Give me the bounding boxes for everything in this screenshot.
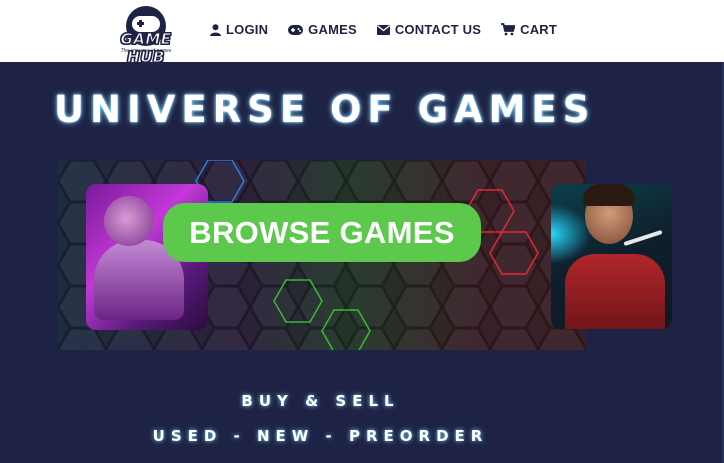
logo-tagline: The universe of games [120, 48, 172, 54]
headset-mic [623, 229, 663, 247]
nav-login[interactable]: LOGIN [210, 22, 268, 37]
nav-cart-label: CART [520, 22, 558, 37]
nav-games-label: GAMES [308, 22, 357, 37]
nav-games[interactable]: GAMES [288, 22, 357, 37]
browse-games-button[interactable]: BROWSE GAMES [163, 203, 481, 262]
nav-login-label: LOGIN [226, 22, 269, 37]
nav-contact-label: CONTACT US [394, 22, 482, 37]
game-hub-logo[interactable]: GAME HUB The universe of games [106, 6, 186, 67]
nav-contact[interactable]: CONTACT US [376, 22, 482, 37]
cart-icon [501, 23, 516, 36]
nav-cart[interactable]: CART [501, 22, 557, 37]
gamer-photo-right [551, 184, 672, 329]
hero-subtitle-conditions: USED - NEW - PREORDER [152, 427, 489, 445]
main-nav: LOGIN GAMES CONTACT US CART [210, 22, 557, 37]
top-navbar: GAME HUB The universe of games LOGIN GAM… [0, 0, 724, 67]
gamepad-icon [288, 24, 304, 35]
envelope-icon [376, 24, 390, 35]
hero-title: UNIVERSE OF GAMES [54, 88, 596, 131]
user-icon [210, 23, 221, 36]
hero-subtitle-buy-sell: BUY & SELL [241, 392, 400, 410]
